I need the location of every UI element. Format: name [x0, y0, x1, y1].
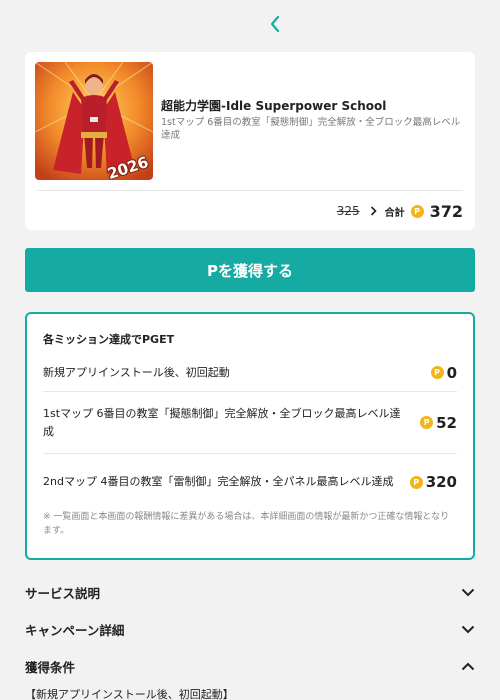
mission-row: 新規アプリインストール後、初回起動 P 0: [43, 354, 457, 392]
chevron-down-icon: [461, 625, 475, 633]
get-points-button[interactable]: Pを獲得する: [25, 248, 475, 292]
total-points: 372: [429, 201, 463, 221]
chevron-up-icon: [461, 662, 475, 670]
mission-points: P 0: [430, 363, 457, 382]
mission-text: 2ndマップ 4番目の教室「雷制御」完全解放・全パネル最高レベル達成: [43, 475, 394, 488]
coin-icon: P: [420, 416, 434, 429]
mission-points: P 320: [409, 473, 457, 491]
points-summary: 325 合計 P 372: [337, 200, 463, 222]
divider: [37, 190, 463, 191]
old-points: 325: [336, 204, 360, 218]
coin-icon: P: [409, 475, 423, 489]
mission-points-value: 52: [436, 413, 457, 432]
accordion-service-description[interactable]: サービス説明: [25, 580, 475, 604]
mission-points: P 52: [420, 414, 457, 432]
missions-panel: 各ミッション達成でPGET 新規アプリインストール後、初回起動 P 0 1stマ…: [25, 312, 475, 560]
mission-text: 1stマップ 6番目の教室「擬態制御」完全解放・全ブロック最高レベル達成: [43, 406, 401, 438]
missions-note: ※ 一覧画面と本画面の報酬情報に差異がある場合は、本詳細画面の情報が最新かつ正確…: [43, 512, 450, 536]
missions-heading: 各ミッション達成でPGET: [43, 333, 175, 346]
accordion-title: サービス説明: [25, 585, 101, 601]
back-button[interactable]: [264, 12, 286, 36]
coin-icon: P: [410, 204, 424, 218]
accordion-title: 獲得条件: [25, 659, 76, 675]
accordion-title: キャンペーン詳細: [25, 622, 125, 638]
mission-text: 新規アプリインストール後、初回起動: [43, 365, 230, 379]
app-thumbnail: 2026: [35, 62, 153, 180]
accordion-conditions[interactable]: 獲得条件: [25, 654, 475, 678]
mission-row: 2ndマップ 4番目の教室「雷制御」完全解放・全パネル最高レベル達成 P 320: [43, 454, 457, 510]
mission-row: 1stマップ 6番目の教室「擬態制御」完全解放・全ブロック最高レベル達成 P 5…: [43, 392, 457, 454]
app-title: 超能力学園-Idle Superpower School: [161, 99, 387, 113]
chevron-down-icon: [461, 588, 475, 596]
mission-points-value: 320: [425, 473, 457, 491]
app-description: 1stマップ 6番目の教室「擬態制御」完全解放・全ブロック最高レベル達成: [161, 117, 461, 141]
mission-points-value: 0: [446, 363, 457, 382]
chevron-right-icon: [370, 206, 377, 216]
offer-card: 2026 超能力学園-Idle Superpower School 1stマップ…: [25, 52, 475, 230]
chevron-left-icon: [270, 15, 280, 33]
conditions-text: 【新規アプリインストール後、初回起動】: [25, 688, 234, 700]
coin-icon: P: [430, 366, 444, 379]
accordion-campaign-details[interactable]: キャンペーン詳細: [25, 617, 475, 641]
total-label: 合計: [384, 207, 405, 219]
